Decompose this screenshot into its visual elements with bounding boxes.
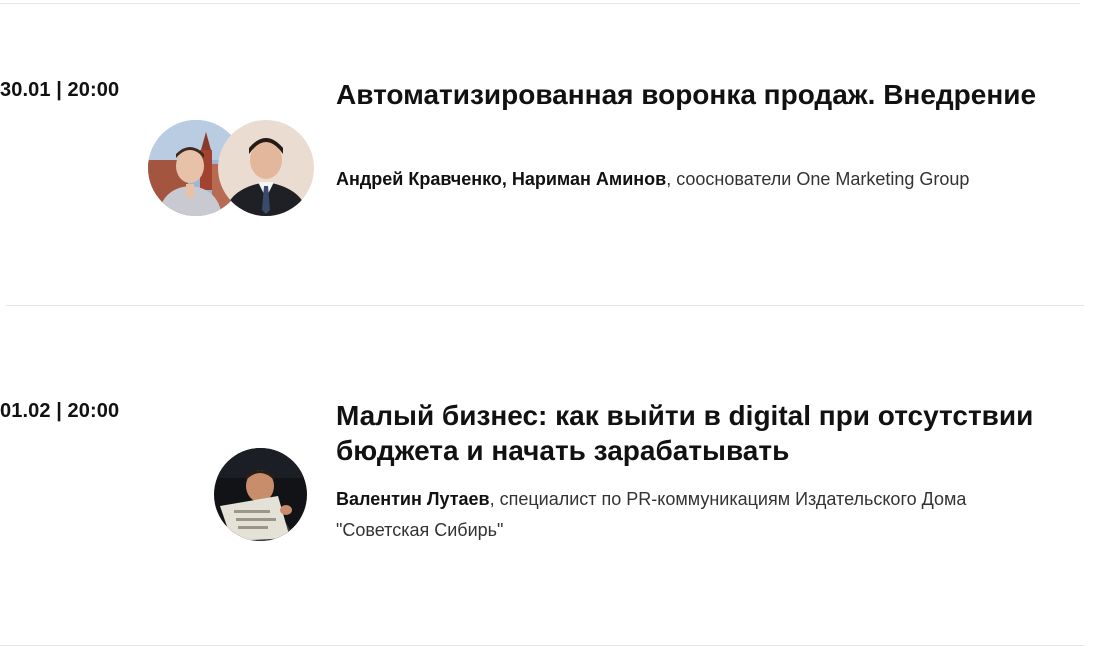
event-title: Малый бизнес: как выйти в digital при от… [336, 400, 1034, 466]
speaker-names: Андрей Кравченко, Нариман Аминов [336, 169, 667, 189]
divider-middle [6, 305, 1084, 306]
event-date: 30.01 | 20:00 [0, 79, 120, 101]
speaker-avatar [218, 120, 314, 216]
speaker-names: Валентин Лутаев [336, 489, 490, 509]
event-title: Автоматизированная воронка продаж. Внедр… [336, 79, 1037, 110]
speaker-role: , сооснователи One Marketing Group [666, 169, 970, 189]
event-speakers: Валентин Лутаев, специалист по PR-коммун… [336, 484, 1006, 546]
divider-bottom [0, 645, 1084, 646]
event-date: 01.02 | 20:00 [0, 400, 120, 422]
speaker-avatar [214, 448, 307, 541]
divider-top [0, 3, 1080, 4]
event-speakers: Андрей Кравченко, Нариман Аминов, соосно… [336, 164, 1006, 195]
